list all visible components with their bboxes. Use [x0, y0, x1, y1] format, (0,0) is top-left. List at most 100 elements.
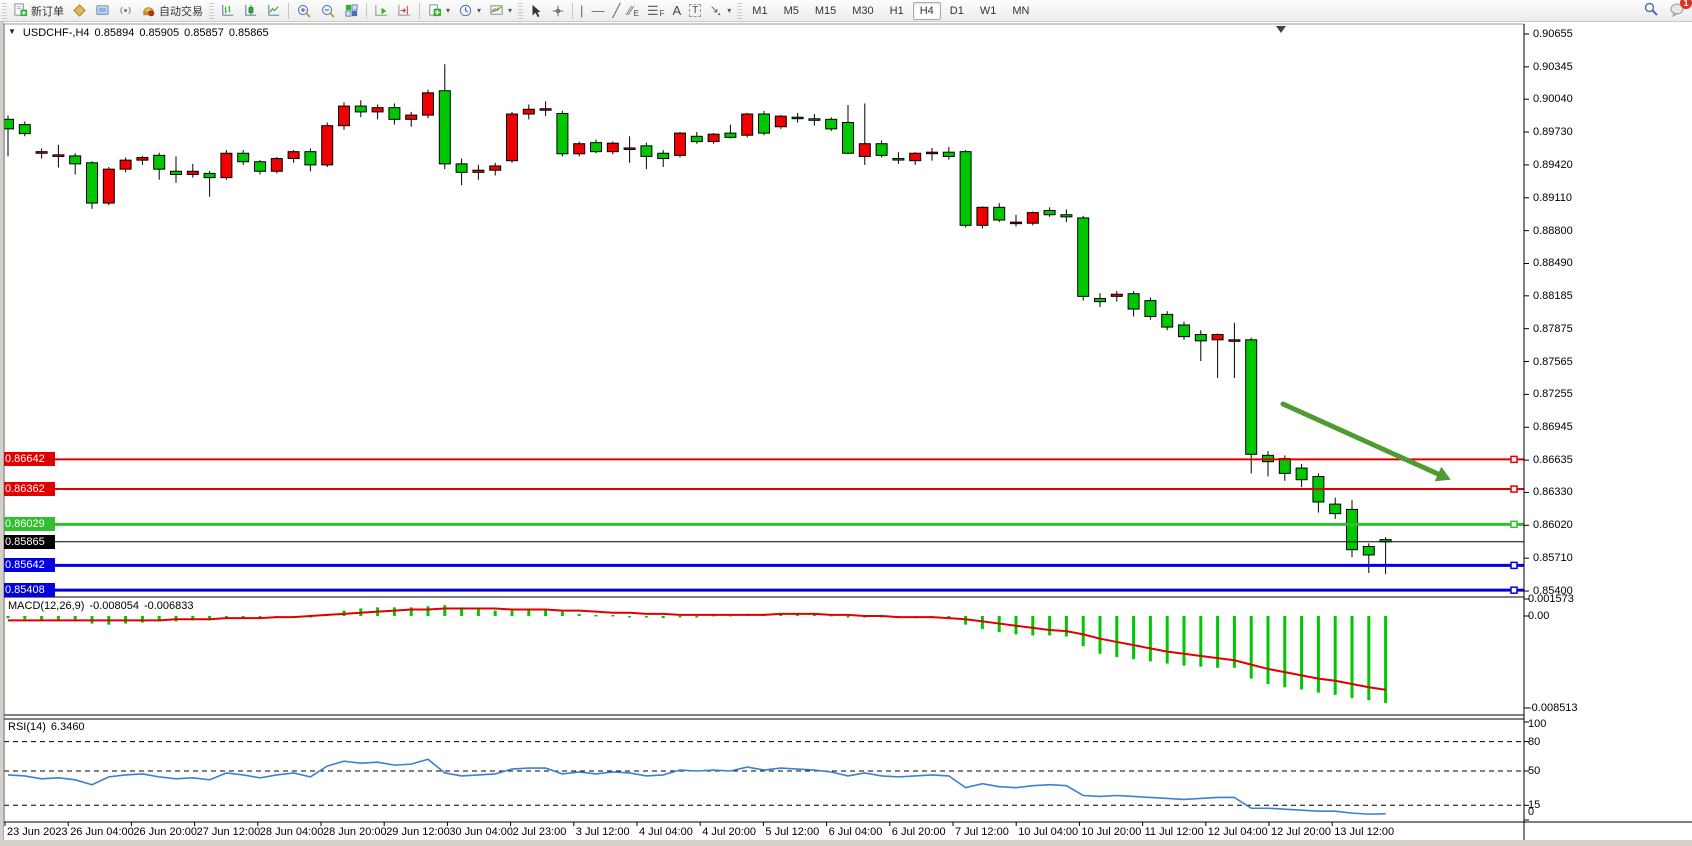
chart-shift-button[interactable]: [393, 1, 416, 21]
macd-bar: [1082, 616, 1085, 646]
text-tool-button[interactable]: A: [669, 1, 686, 21]
macd-main-value: -0.008054: [89, 600, 139, 612]
trendline-tool-button[interactable]: ╱: [608, 1, 624, 21]
search-icon[interactable]: [1643, 1, 1659, 20]
candle-body: [1330, 504, 1341, 514]
horizontal-line-tool-button[interactable]: —: [587, 1, 608, 21]
timeframe-d1[interactable]: D1: [943, 2, 971, 20]
cursor-icon: [529, 4, 543, 18]
hline-handle[interactable]: [5, 456, 11, 462]
macd-bar: [578, 614, 581, 616]
candle-body: [137, 157, 148, 160]
timeframe-mn[interactable]: MN: [1005, 2, 1036, 20]
arrows-tool-button[interactable]: ▾: [705, 1, 735, 21]
candle-body: [372, 108, 383, 112]
candle-body: [675, 133, 686, 155]
candle-body: [1296, 468, 1307, 480]
hline-handle[interactable]: [5, 587, 11, 593]
macd-bar: [1250, 616, 1253, 679]
line-chart-button[interactable]: [262, 1, 285, 21]
auto-scroll-button[interactable]: [370, 1, 393, 21]
chart-canvas[interactable]: [0, 0, 1692, 846]
candle-body: [271, 159, 282, 172]
templates-button[interactable]: ▾: [485, 1, 516, 21]
timeframe-m5[interactable]: M5: [777, 2, 806, 20]
candle-body: [725, 133, 736, 137]
cursor-tool-button[interactable]: [525, 1, 547, 21]
timeframe-w1[interactable]: W1: [973, 2, 1004, 20]
hline-handle[interactable]: [5, 486, 11, 492]
data-window-button[interactable]: [91, 1, 114, 21]
candle-body: [943, 152, 954, 156]
candle-body: [305, 152, 316, 165]
candle-body: [490, 166, 501, 170]
new-order-icon: [13, 3, 28, 18]
indicators-icon: [427, 3, 442, 18]
indicators-button[interactable]: ▾: [423, 1, 454, 21]
text-label-tool-button[interactable]: T: [685, 1, 705, 21]
zoom-in-button[interactable]: [292, 1, 316, 21]
signals-button[interactable]: [114, 1, 137, 21]
candle-body: [691, 136, 702, 141]
window-left-edge: [0, 22, 4, 846]
hline-handle[interactable]: [1511, 587, 1517, 593]
hline-handle[interactable]: [1511, 562, 1517, 568]
chat-button[interactable]: 1: [1669, 1, 1686, 20]
candle-body: [103, 169, 114, 203]
candle-body: [19, 125, 30, 134]
candle-body: [1246, 340, 1257, 454]
auto-trading-button[interactable]: 自动交易: [137, 1, 207, 21]
data-window-icon: [95, 3, 110, 18]
macd-bar: [393, 607, 396, 616]
zoom-in-icon: [296, 3, 312, 19]
hline-handle[interactable]: [1511, 456, 1517, 462]
candle-body: [1279, 459, 1290, 474]
market-watch-button[interactable]: [68, 1, 91, 21]
chevron-down-icon[interactable]: ▼: [8, 27, 16, 39]
candle-body: [775, 116, 786, 127]
periods-button[interactable]: ▾: [454, 1, 485, 21]
candle-body: [1095, 298, 1106, 301]
candle-body: [255, 162, 266, 172]
zoom-out-button[interactable]: [316, 1, 340, 21]
timeframe-m1[interactable]: M1: [745, 2, 774, 20]
crosshair-icon: [551, 4, 565, 18]
trend-arrow-annotation[interactable]: [1283, 404, 1438, 474]
equidistant-channel-tool-button[interactable]: ⁄⁄ E: [624, 1, 643, 21]
candle-body: [1162, 314, 1173, 327]
candle-body: [221, 153, 232, 177]
macd-bar: [1099, 616, 1102, 654]
fibonacci-icon: ☰: [647, 3, 659, 19]
timeframe-h4[interactable]: H4: [913, 2, 941, 20]
candle-body: [120, 160, 131, 169]
hline-handle[interactable]: [1511, 486, 1517, 492]
timeframe-m30[interactable]: M30: [845, 2, 880, 20]
candle-body: [927, 152, 938, 154]
hline-handle[interactable]: [5, 562, 11, 568]
timeframe-m15[interactable]: M15: [808, 2, 843, 20]
new-order-button[interactable]: 新订单: [9, 1, 68, 21]
macd-bar: [1166, 616, 1169, 664]
macd-bar: [1334, 616, 1337, 695]
bar-chart-icon: [220, 3, 235, 18]
candle-body: [87, 163, 98, 203]
hline-handle[interactable]: [1511, 521, 1517, 527]
candle-body: [574, 144, 585, 154]
candle-chart-button[interactable]: [239, 1, 262, 21]
vertical-line-tool-button[interactable]: |: [576, 1, 587, 21]
timeframe-bar: M1M5M15M30H1H4D1W1MN: [744, 2, 1037, 20]
macd-bar: [1065, 616, 1068, 637]
horizontal-line-icon: —: [591, 3, 604, 18]
candle-body: [792, 117, 803, 119]
candle-body: [187, 171, 198, 174]
candle-body: [1212, 335, 1223, 340]
macd-bar: [23, 616, 26, 619]
candle-body: [507, 114, 518, 161]
equidistant-channel-icon: ⁄⁄: [628, 3, 632, 18]
tile-windows-button[interactable]: [340, 1, 363, 21]
crosshair-tool-button[interactable]: [547, 1, 569, 21]
fibonacci-tool-button[interactable]: ☰ F: [643, 1, 669, 21]
timeframe-h1[interactable]: H1: [883, 2, 911, 20]
bar-chart-button[interactable]: [216, 1, 239, 21]
hline-handle[interactable]: [5, 521, 11, 527]
